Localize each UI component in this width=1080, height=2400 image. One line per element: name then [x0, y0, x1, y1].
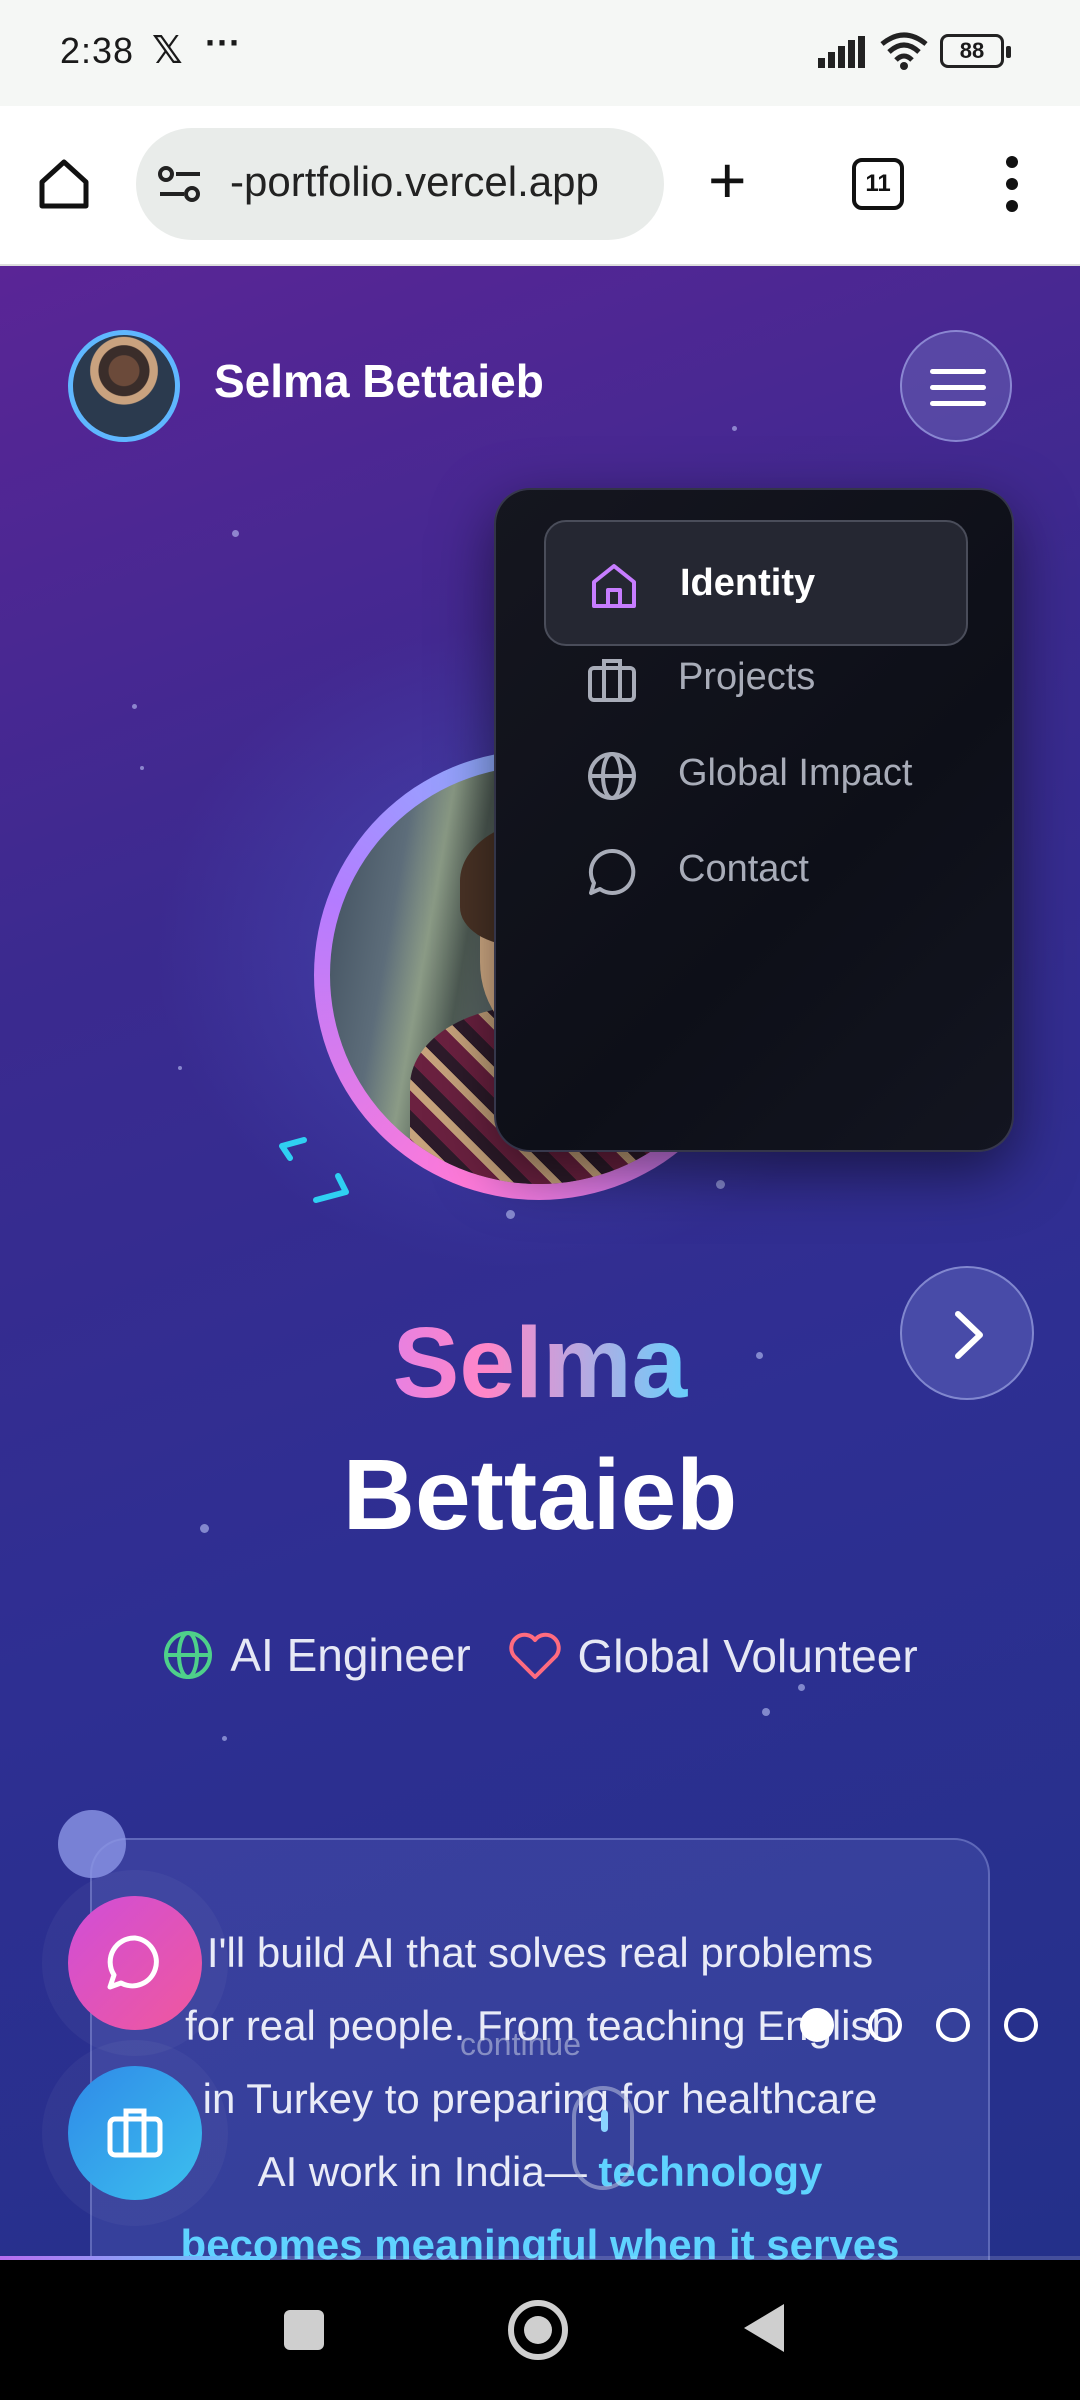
- home-icon[interactable]: [36, 156, 92, 212]
- hero-last-name: Bettaieb: [342, 1439, 738, 1551]
- briefcase-icon: [588, 659, 636, 702]
- briefcase-icon: [107, 2108, 163, 2158]
- roles-line: AI Engineer Global Volunteer: [0, 1628, 1080, 1692]
- hamburger-menu-button[interactable]: [900, 330, 1012, 442]
- quote-highlight: becomes meaningful when it serves: [180, 2221, 900, 2260]
- slide-dot[interactable]: [936, 2008, 970, 2042]
- focus-bracket-icon: [279, 1137, 349, 1203]
- status-bar: 2:38 𝕏 ··· 88: [0, 0, 1080, 106]
- address-bar[interactable]: -portfolio.vercel.app: [136, 128, 664, 240]
- menu-item-label: Identity: [680, 562, 816, 604]
- role-label: Global Volunteer: [577, 1630, 918, 1682]
- heart-icon: [508, 1632, 561, 1679]
- system-navigation-bar: [0, 2260, 1080, 2400]
- portfolio-page: Selma Bettaieb Identity Projects Global …: [0, 266, 1080, 2260]
- globe-icon: [588, 752, 636, 800]
- wifi-icon: [880, 32, 928, 70]
- chat-bubble-icon: [588, 848, 636, 895]
- site-settings-icon[interactable]: [156, 164, 204, 204]
- menu-item-contact[interactable]: Contact: [544, 808, 968, 934]
- site-name[interactable]: Selma Bettaieb: [214, 354, 544, 408]
- slide-dot[interactable]: [868, 2008, 902, 2042]
- more-notifications-icon: ···: [205, 22, 241, 63]
- browser-toolbar: -portfolio.vercel.app + 11: [0, 106, 1080, 266]
- browser-menu-icon[interactable]: [1000, 154, 1024, 214]
- chat-bubble-icon: [107, 1935, 159, 1990]
- projects-fab-button[interactable]: [68, 2066, 202, 2200]
- screen: 2:38 𝕏 ··· 88 -portfolio.vercel.app + 11…: [0, 0, 1080, 2400]
- continue-label: continue: [460, 2026, 581, 2062]
- url-text[interactable]: -portfolio.vercel.app: [230, 158, 650, 206]
- avatar[interactable]: [68, 330, 180, 442]
- menu-item-label: Projects: [678, 656, 816, 698]
- hero-first-name: Selma: [0, 1306, 1080, 1421]
- recents-button[interactable]: [284, 2310, 324, 2350]
- role-ai-engineer: AI Engineer: [162, 1628, 471, 1682]
- slide-dot[interactable]: [800, 2008, 834, 2042]
- signal-icon: [818, 36, 865, 68]
- battery-icon: 88: [940, 34, 1011, 68]
- status-time: 2:38: [60, 30, 135, 71]
- x-logo-icon: 𝕏: [152, 30, 183, 72]
- decorative-orb: [58, 1810, 126, 1878]
- role-label: AI Engineer: [230, 1629, 471, 1681]
- menu-item-label: Contact: [678, 848, 809, 890]
- nav-dropdown-menu: Identity Projects Global Impact Contact: [494, 488, 1014, 1152]
- menu-item-label: Global Impact: [678, 752, 913, 794]
- new-tab-button[interactable]: +: [708, 147, 747, 213]
- chat-fab-button[interactable]: [68, 1896, 202, 2030]
- home-button[interactable]: [508, 2300, 568, 2360]
- role-global-volunteer: Global Volunteer: [508, 1629, 918, 1683]
- globe-icon: [164, 1631, 213, 1679]
- back-button[interactable]: [744, 2304, 784, 2352]
- tab-switcher-button[interactable]: 11: [852, 158, 904, 210]
- slide-dot[interactable]: [1004, 2008, 1038, 2042]
- home-icon: [592, 564, 636, 608]
- quote-line: AI work in India—: [257, 2148, 587, 2195]
- scroll-mouse-icon[interactable]: [572, 2086, 634, 2190]
